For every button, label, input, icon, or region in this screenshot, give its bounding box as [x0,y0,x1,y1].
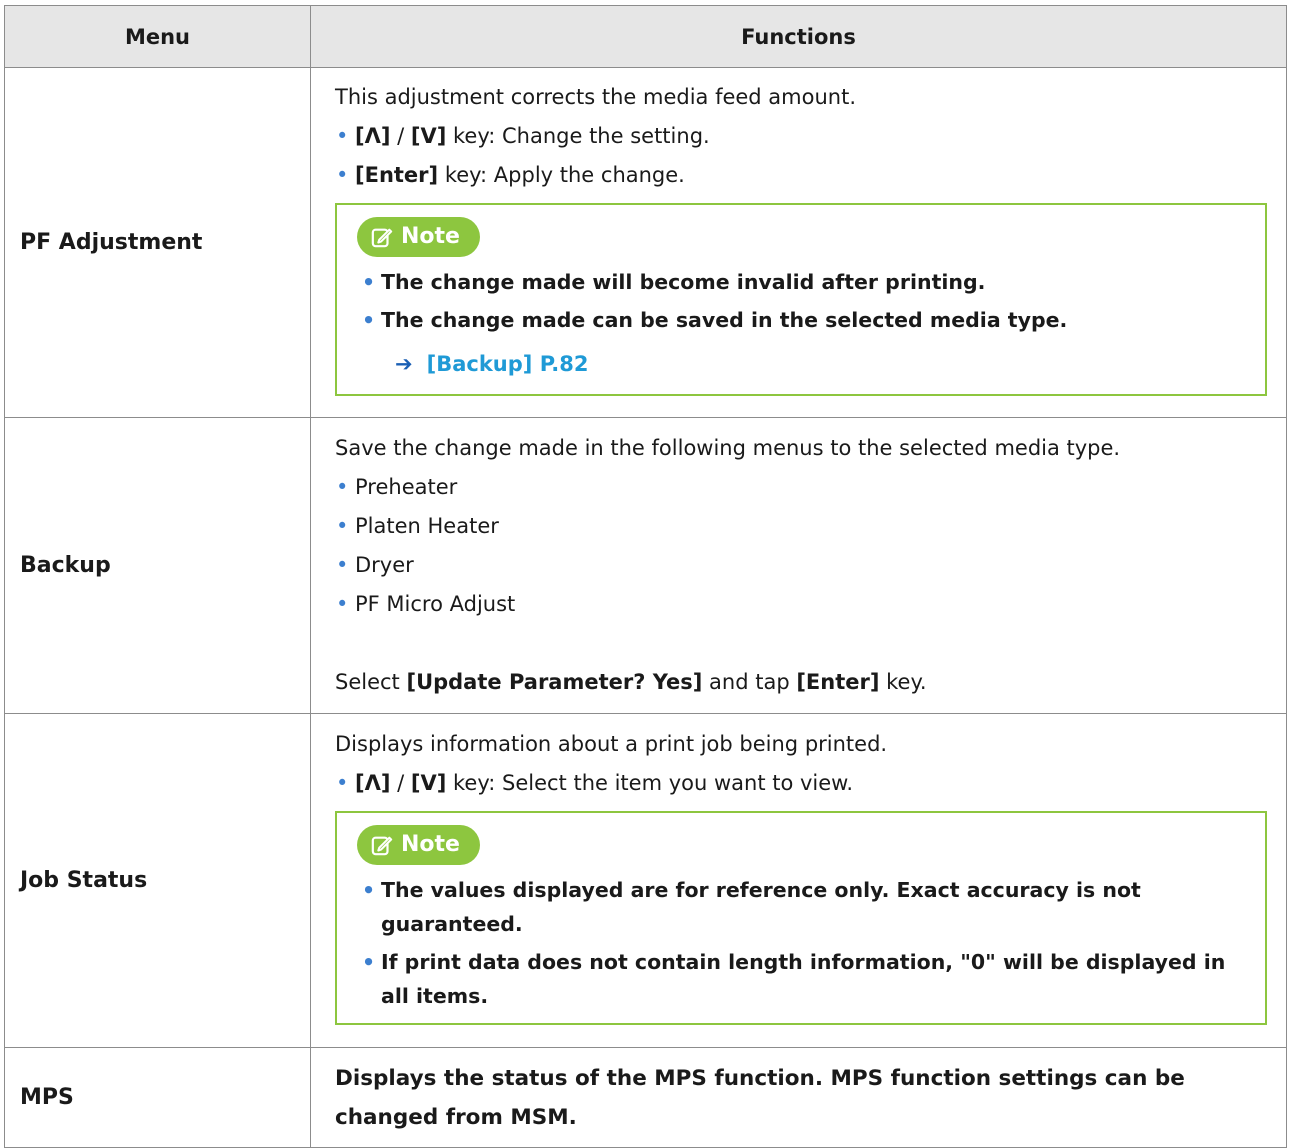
key-label: [Update Parameter? Yes] [406,670,703,694]
list-item: Preheater [335,468,1267,507]
functions-cell-pf-adjustment: This adjustment corrects the media feed … [310,67,1287,418]
note-badge: Note [357,824,480,865]
note-box: Note The change made will become invalid… [335,202,1267,396]
key-label: [Enter] [355,162,439,187]
list-item: PF Micro Adjust [335,585,1267,624]
list-item: [Λ] / [V] key: Select the item you want … [335,764,1267,803]
item-text: key: Change the setting. [446,123,710,148]
intro-text: Displays information about a print job b… [335,731,888,756]
edit-note-icon [371,836,393,855]
backup-link[interactable]: [Backup] P.82 [427,352,589,376]
text: key. [879,670,927,694]
separator: / [390,123,411,148]
table-row: PF Adjustment This adjustment corrects t… [4,67,1287,418]
cross-reference: ➔ [Backup] P.82 [357,345,1249,384]
table-row: MPS Displays the status of the MPS funct… [4,1047,1287,1148]
table-header-row: Menu Functions [4,5,1287,68]
key-label: [V] [410,123,447,148]
list-item: Dryer [335,546,1267,585]
note-item: The change made will become invalid afte… [357,265,1249,299]
note-item: The change made can be saved in the sele… [357,303,1249,337]
header-functions: Functions [310,5,1287,68]
table-row: Backup Save the change made in the follo… [4,417,1287,714]
list-item: Platen Heater [335,507,1267,546]
functions-cell-mps: Displays the status of the MPS function.… [310,1047,1287,1148]
note-item: If print data does not contain length in… [357,945,1249,1013]
note-badge: Note [357,216,480,257]
key-label: [Λ] [355,770,391,795]
menu-cell-mps: MPS [4,1047,311,1148]
note-item: The values displayed are for reference o… [357,873,1249,941]
table-row: Job Status Displays information about a … [4,713,1287,1048]
list-item: [Enter] key: Apply the change. [335,156,1267,195]
menu-cell-pf-adjustment: PF Adjustment [4,67,311,418]
menu-cell-backup: Backup [4,417,311,714]
header-menu: Menu [4,5,311,68]
note-box: Note The values displayed are for refere… [335,810,1267,1025]
right-arrow-icon: ➔ [395,351,413,376]
edit-note-icon [371,228,393,247]
separator: / [390,770,411,795]
functions-cell-job-status: Displays information about a print job b… [310,713,1287,1048]
menu-functions-table: Menu Functions PF Adjustment This adjust… [4,5,1287,1148]
text: and tap [702,670,797,694]
intro-text: This adjustment corrects the media feed … [335,84,857,109]
key-label: [V] [410,770,447,795]
intro-text: Save the change made in the following me… [335,436,1121,460]
item-text: key: Apply the change. [438,162,685,187]
note-label: Note [401,832,460,857]
text: Select [335,670,407,694]
key-label: [Enter] [796,670,880,694]
menu-cell-job-status: Job Status [4,713,311,1048]
key-label: [Λ] [355,123,391,148]
list-item: [Λ] / [V] key: Change the setting. [335,117,1267,156]
note-label: Note [401,224,460,249]
functions-cell-backup: Save the change made in the following me… [310,417,1287,714]
item-text: key: Select the item you want to view. [446,770,854,795]
instruction-text: Select [Update Parameter? Yes] and tap [… [335,663,1267,702]
